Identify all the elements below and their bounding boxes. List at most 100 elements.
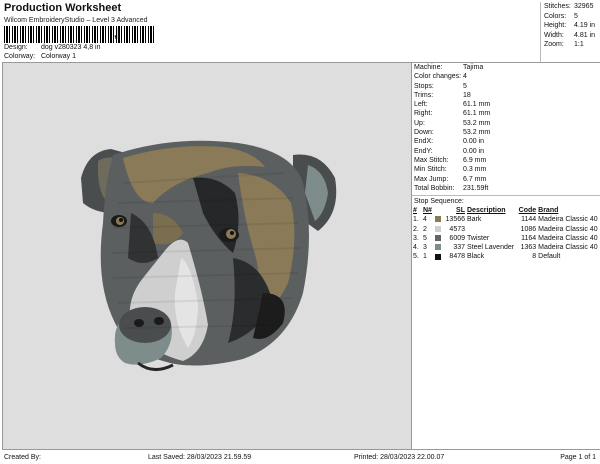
software-name: Wilcom EmbroideryStudio – Level 3 Advanc… — [4, 17, 148, 24]
col-header: Brand — [538, 207, 559, 215]
footer: Created By: Last Saved: 28/03/2023 21.59… — [2, 449, 600, 464]
table-row: 5. 1 8478 Black 8 Default — [412, 252, 600, 261]
thread-description: Black — [467, 253, 485, 261]
info-row: Max Stitch: 6.9 mm — [412, 156, 600, 165]
thread-code: 1086 — [520, 225, 537, 233]
info-row: Up: 53.2 mm — [412, 119, 600, 128]
info-row: Min Stitch: 0.3 mm — [412, 165, 600, 174]
design-stats: Stitches: 32965 Colors: 5 Height: 4.19 in W… — [540, 2, 600, 62]
table-row: 2. 2 4573 1086 Madeira Classic 40 — [412, 224, 600, 233]
table-header-row: # N# SL Description Code Brand — [412, 206, 600, 215]
thread-description: Bark — [467, 216, 482, 224]
info-value: 6.9 mm — [463, 156, 487, 164]
stop-num: 4. — [413, 244, 419, 252]
stat-value: 4.81 in — [574, 31, 596, 39]
thread-brand: Madeira Classic 40 — [538, 225, 598, 233]
stat-row: Width: 4.81 in — [541, 31, 600, 41]
stitch-length: 337 — [453, 244, 465, 252]
info-value: 61.1 mm — [463, 101, 491, 109]
table-row: 3. 5 6009 Twister 1164 Madeira Classic 4… — [412, 234, 600, 243]
stitch-length: 8478 — [449, 253, 465, 261]
info-label: Right: — [414, 110, 433, 118]
color-swatch — [435, 235, 441, 242]
stat-value: 5 — [574, 12, 578, 20]
machine-info-panel: Machine: Tajima Color changes: 4 Stops: 5 T… — [411, 62, 600, 449]
stat-label: Height: — [544, 22, 567, 30]
thread-description: Steel Lavender — [467, 244, 515, 252]
info-row: Max Jump: 6.7 mm — [412, 175, 600, 184]
thread-brand: Madeira Classic 40 — [538, 216, 598, 224]
stop-num: 5. — [413, 253, 419, 261]
col-header: # — [413, 207, 417, 215]
needle-num: 1 — [423, 253, 427, 261]
thread-brand: Madeira Classic 40 — [538, 244, 598, 252]
thread-brand: Madeira Classic 40 — [538, 234, 598, 242]
info-row: EndY: 0.00 in — [412, 147, 600, 156]
info-label: Down: — [414, 129, 434, 137]
info-value: 53.2 mm — [463, 119, 491, 127]
created-by: Created By: — [4, 454, 41, 461]
stat-label: Width: — [544, 31, 564, 39]
info-row: Stops: 5 — [412, 82, 600, 91]
info-label: Stops: — [414, 82, 434, 90]
info-value: 0.3 mm — [463, 166, 487, 174]
col-header: N# — [423, 207, 432, 215]
info-row: Color changes: 4 — [412, 72, 600, 81]
info-value: 53.2 mm — [463, 129, 491, 137]
thread-code: 1144 — [521, 216, 537, 224]
info-value: 231.59ft — [463, 184, 489, 192]
stat-row: Zoom: 1:1 — [541, 40, 600, 50]
colorway-label: Colorway: — [4, 53, 36, 60]
thread-code: 8 — [532, 253, 537, 261]
thread-code: 1363 — [520, 244, 537, 252]
needle-num: 5 — [423, 234, 427, 242]
stat-label: Stitches: — [544, 3, 571, 10]
stat-label: Colors: — [544, 12, 567, 20]
stat-value: 4.19 in — [574, 22, 596, 30]
stat-value: 32965 — [574, 3, 594, 10]
stat-row: Stitches: 32965 — [541, 2, 600, 12]
info-label: Up: — [414, 119, 425, 127]
info-row: Trims: 18 — [412, 91, 600, 100]
table-row: 4. 3 337 Steel Lavender 1363 Madeira Cla… — [412, 243, 600, 252]
barcode — [4, 26, 154, 43]
design-preview — [2, 62, 411, 449]
stat-value: 1:1 — [574, 41, 584, 49]
info-value: 18 — [463, 91, 471, 99]
stat-row: Colors: 5 — [541, 12, 600, 22]
info-value: 4 — [463, 73, 467, 81]
col-header: Description — [467, 207, 506, 215]
stitch-length: 13566 — [445, 216, 465, 224]
stop-num: 1. — [413, 216, 419, 224]
info-value: 6.7 mm — [463, 175, 487, 183]
info-row: Machine: Tajima — [412, 63, 600, 72]
info-label: Max Stitch: — [414, 156, 449, 164]
stop-sequence-title: Stop Sequence: — [412, 195, 600, 206]
stat-row: Height: 4.19 in — [541, 21, 600, 31]
info-label: Machine: — [414, 64, 443, 71]
thread-description — [466, 224, 517, 233]
colorway-value: Colorway 1 — [40, 53, 76, 60]
col-header — [434, 206, 442, 215]
design-label: Design: — [4, 44, 28, 51]
info-label: Color changes: — [414, 73, 462, 81]
info-value: Tajima — [463, 64, 484, 71]
thread-code: 1164 — [521, 234, 537, 242]
info-value: 5 — [463, 82, 467, 90]
table-row: 1. 4 13566 Bark 1144 Madeira Classic 40 — [412, 215, 600, 224]
stop-sequence-table: # N# SL Description Code Brand 1. 4 1356… — [412, 206, 600, 261]
info-row: Left: 61.1 mm — [412, 100, 600, 109]
info-label: EndY: — [414, 147, 433, 155]
color-swatch — [435, 244, 441, 251]
needle-num: 4 — [423, 216, 427, 224]
needle-num: 2 — [423, 225, 427, 233]
info-label: Total Bobbin: — [414, 184, 455, 192]
stop-num: 3. — [413, 234, 419, 242]
design-row: Design: dog v280323 4,8 in — [4, 44, 101, 51]
info-label: EndX: — [414, 138, 434, 146]
info-row: EndX: 0.00 in — [412, 137, 600, 146]
design-value: dog v280323 4,8 in — [40, 44, 101, 51]
color-swatch — [435, 225, 441, 232]
col-header: Code — [518, 207, 537, 215]
printed-date: Printed: 28/03/2023 22.00.07 — [354, 454, 445, 461]
